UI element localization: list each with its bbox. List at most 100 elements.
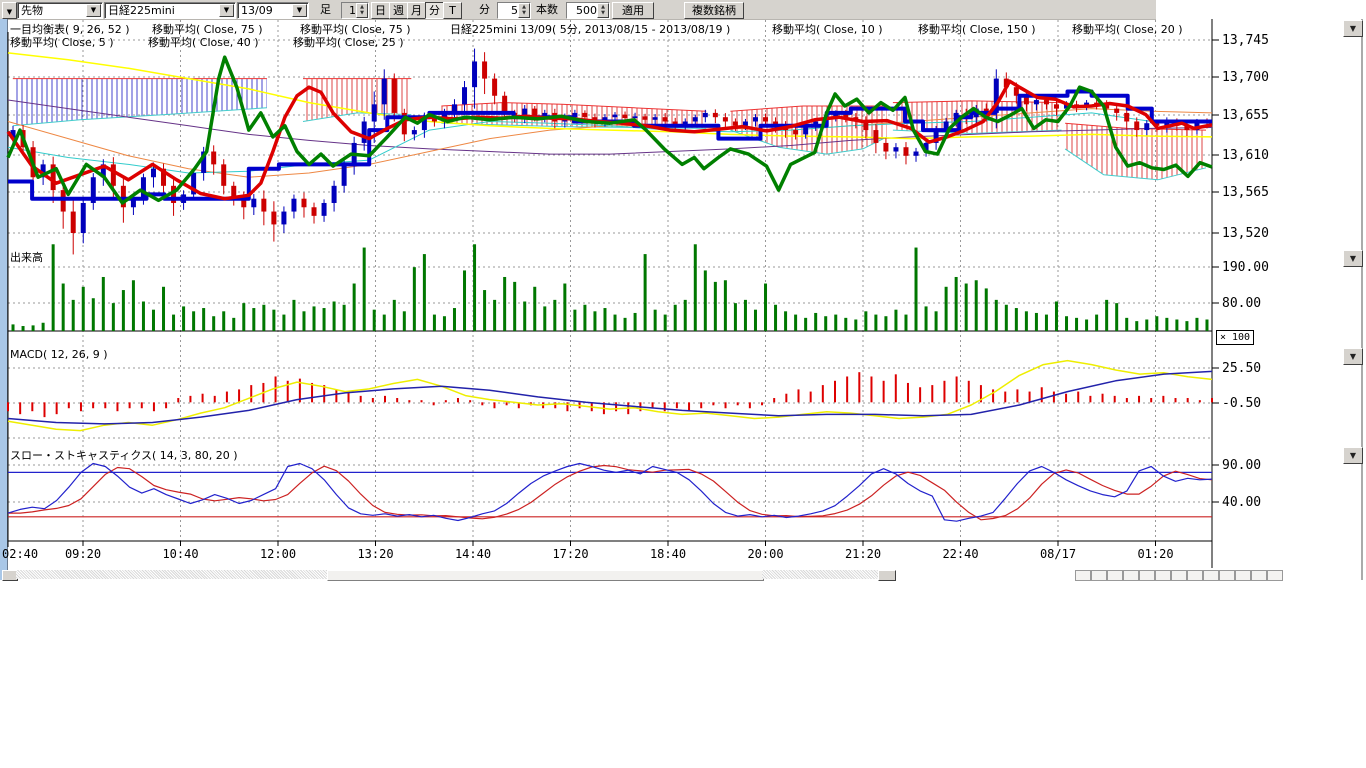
volume-bar	[634, 313, 637, 331]
volume-bar	[884, 316, 887, 331]
volume-bar	[874, 315, 877, 331]
volume-bar	[834, 315, 837, 331]
scrollbar-cell[interactable]	[1203, 570, 1219, 581]
volume-bar	[252, 308, 255, 331]
stochastics-panel-label: スロー・ストキャスティクス( 14, 3, 80, 20 )	[10, 447, 238, 463]
scrollbar-cell[interactable]	[1075, 570, 1091, 581]
volume-bar	[1115, 303, 1118, 331]
volume-panel-label: 出来高	[10, 249, 43, 265]
y-axis-label: 25.50	[1222, 361, 1261, 376]
stoch-axis-dropdown[interactable]: ▼	[1343, 447, 1363, 464]
volume-bar	[112, 303, 115, 331]
volume-bar	[935, 311, 938, 331]
volume-bar	[1075, 318, 1078, 331]
volume-bar	[593, 311, 596, 331]
volume-bar	[463, 270, 466, 331]
candle-body	[713, 113, 718, 117]
volume-bar	[42, 323, 45, 331]
scrollbar-cell[interactable]	[1235, 570, 1251, 581]
scrollbar-track-left[interactable]	[16, 570, 327, 579]
candle-body	[362, 121, 367, 142]
volume-bar	[744, 300, 747, 331]
candle-body	[1144, 123, 1149, 130]
y-axis-label: 80.00	[1222, 296, 1261, 311]
candle-body	[492, 79, 497, 96]
x-axis-label: 14:40	[455, 547, 491, 561]
x-axis-label: 13:20	[357, 547, 393, 561]
volume-bar	[624, 318, 627, 331]
volume-bar	[1065, 316, 1068, 331]
candle-body	[623, 115, 628, 118]
x-axis-label: 09:20	[65, 547, 101, 561]
scrollbar-right-button[interactable]	[878, 570, 896, 581]
volume-bar	[202, 308, 205, 331]
y-axis-label: 13,745	[1222, 33, 1269, 48]
x-axis-label: 10:40	[162, 547, 198, 561]
scrollbar-thumb[interactable]	[327, 570, 764, 581]
volume-bar	[824, 316, 827, 331]
macd-axis-dropdown[interactable]: ▼	[1343, 348, 1363, 365]
volume-bar	[1045, 315, 1048, 331]
volume-bar	[674, 305, 677, 331]
volume-bar	[182, 306, 185, 331]
candle-body	[633, 116, 638, 118]
volume-bar	[553, 300, 556, 331]
scrollbar-cell[interactable]	[1187, 570, 1203, 581]
volume-bar	[774, 305, 777, 331]
volume-bar	[222, 311, 225, 331]
volume-bar	[764, 284, 767, 331]
volume-bar	[122, 290, 125, 331]
volume-bar	[152, 310, 155, 331]
scrollbar-cell[interactable]	[1155, 570, 1171, 581]
scrollbar-cell[interactable]	[1251, 570, 1267, 581]
candle-body	[893, 147, 898, 151]
volume-bar	[804, 318, 807, 331]
candle-body	[793, 130, 798, 134]
candle-body	[1054, 104, 1059, 108]
candle-body	[703, 113, 708, 117]
volume-bar	[1155, 316, 1158, 331]
candle-body	[903, 147, 908, 156]
volume-bar	[212, 316, 215, 331]
macd-line	[8, 361, 1212, 431]
scrollbar-cell[interactable]	[1267, 570, 1283, 581]
candle-body	[312, 207, 317, 216]
legend-ma25: 移動平均( Close, 25 )	[293, 34, 404, 50]
price-axis-dropdown[interactable]: ▼	[1343, 20, 1363, 37]
candle-body	[322, 203, 327, 216]
volume-bar	[904, 315, 907, 331]
volume-bar	[373, 310, 376, 331]
x-axis-label: 08/17	[1040, 547, 1076, 561]
volume-bar	[1195, 318, 1198, 331]
scrollbar-cell[interactable]	[1139, 570, 1155, 581]
scrollbar-cell[interactable]	[1123, 570, 1139, 581]
y-axis-label: 13,565	[1222, 185, 1269, 200]
volume-bar	[583, 305, 586, 331]
scrollbar-cell[interactable]	[1219, 570, 1235, 581]
volume-bar	[162, 287, 165, 331]
scrollbar-cell[interactable]	[1091, 570, 1107, 581]
candle-body	[723, 117, 728, 121]
volume-bar	[854, 319, 857, 331]
volume-bar	[644, 254, 647, 331]
chart-plot-area[interactable]: 13,74513,70013,65513,61013,56513,520190.…	[0, 0, 1366, 600]
y-axis-label: 190.00	[1222, 260, 1269, 275]
volume-bar	[82, 287, 85, 331]
scrollbar-track-right[interactable]	[762, 570, 878, 579]
scrollbar-cell[interactable]	[1171, 570, 1187, 581]
volume-bar	[302, 311, 305, 331]
volume-axis-dropdown[interactable]: ▼	[1343, 250, 1363, 267]
volume-bar	[1205, 319, 1208, 331]
candle-body	[382, 79, 387, 105]
volume-bar	[734, 303, 737, 331]
volume-bar	[864, 311, 867, 331]
volume-bar	[995, 300, 998, 331]
legend-ma10: 移動平均( Close, 10 )	[772, 21, 883, 37]
scrollbar-cell[interactable]	[1107, 570, 1123, 581]
candle-body	[472, 61, 477, 87]
chart-application-window: ▼ 先物 ▼ 日経225mini ▼ 13/09 ▼ 足 1 ▲▼ 日 週 月 …	[0, 0, 1366, 768]
volume-bar	[453, 308, 456, 331]
y-axis-label: 13,655	[1222, 108, 1269, 123]
volume-bar	[694, 244, 697, 331]
candle-body	[61, 190, 66, 211]
